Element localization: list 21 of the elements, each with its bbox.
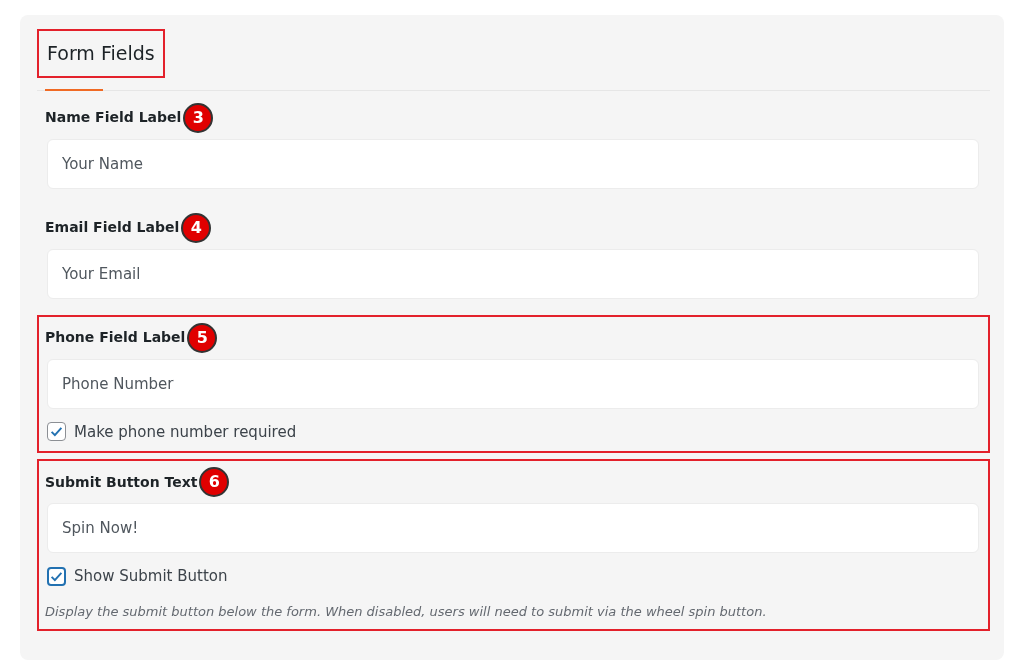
text-field[interactable]: Spin Now! xyxy=(47,503,979,553)
help-text: Display the submit button below the form. When disabled, users will need to submit via the wheel spin button. xyxy=(45,602,768,621)
field-label: Name Field Label xyxy=(45,108,182,127)
checkbox[interactable] xyxy=(47,566,66,586)
step-badge: 6 xyxy=(199,467,230,497)
step-badge: 4 xyxy=(181,212,212,243)
step-badge: 3 xyxy=(183,102,214,133)
checkmark-icon xyxy=(50,425,63,439)
checkmark-icon xyxy=(50,569,63,583)
section-title: Form Fields xyxy=(37,29,165,78)
step-badge: 5 xyxy=(187,322,218,353)
field-label: Email Field Label xyxy=(45,218,180,237)
title-underline xyxy=(45,88,103,91)
text-field[interactable]: Your Name xyxy=(47,138,979,189)
text-field[interactable]: Phone Number xyxy=(47,358,979,409)
checkbox[interactable] xyxy=(47,422,66,442)
field-label: Phone Field Label xyxy=(45,328,186,347)
checkbox-label: Make phone number required xyxy=(74,421,297,443)
checkbox-label: Show Submit Button xyxy=(74,566,228,587)
field-label: Submit Button Text xyxy=(45,472,198,492)
text-field[interactable]: Your Email xyxy=(47,248,979,299)
